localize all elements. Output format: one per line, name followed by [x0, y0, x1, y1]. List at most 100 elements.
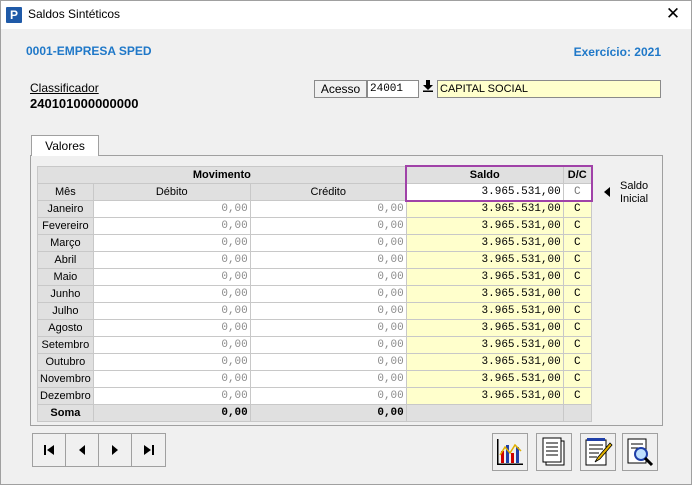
- saldo-inicial-line2: Inicial: [620, 193, 649, 205]
- credito-cell[interactable]: 0,00: [249, 268, 407, 286]
- close-button[interactable]: ✕: [663, 4, 683, 24]
- saldo-cell: 3.965.531,00: [405, 387, 564, 405]
- company-name: 0001-EMPRESA SPED: [26, 44, 152, 58]
- header-movimento: Movimento: [37, 166, 407, 184]
- dc-cell: C: [562, 234, 592, 252]
- debito-cell[interactable]: 0,00: [92, 217, 251, 235]
- table-row: Junho 0,00 0,00 3.965.531,00 C: [37, 285, 592, 303]
- saldo-cell: 3.965.531,00: [405, 234, 564, 252]
- credito-cell[interactable]: 0,00: [249, 336, 407, 354]
- table-row: Agosto 0,00 0,00 3.965.531,00 C: [37, 319, 592, 337]
- debito-cell[interactable]: 0,00: [92, 387, 251, 405]
- header-dc: D/C: [562, 166, 592, 184]
- soma-dc-empty: [562, 404, 592, 422]
- debito-cell[interactable]: 0,00: [92, 319, 251, 337]
- saldo-cell: 3.965.531,00: [405, 217, 564, 235]
- month-cell: Janeiro: [37, 200, 94, 218]
- debito-cell[interactable]: 0,00: [92, 353, 251, 371]
- month-cell: Novembro: [37, 370, 94, 388]
- debito-cell[interactable]: 0,00: [92, 234, 251, 252]
- credito-cell[interactable]: 0,00: [249, 285, 407, 303]
- edit-button[interactable]: [580, 433, 616, 471]
- month-cell: Julho: [37, 302, 94, 320]
- first-record-button[interactable]: [33, 434, 66, 466]
- prev-record-button[interactable]: [66, 434, 99, 466]
- month-cell: Outubro: [37, 353, 94, 371]
- dc-cell: C: [562, 251, 592, 269]
- header-credito: Crédito: [249, 183, 407, 201]
- table-subheader-row: Mês Débito Crédito 3.965.531,00 C: [37, 183, 592, 201]
- dc-cell: C: [562, 285, 592, 303]
- table-row: Fevereiro 0,00 0,00 3.965.531,00 C: [37, 217, 592, 235]
- table-row: Dezembro 0,00 0,00 3.965.531,00 C: [37, 387, 592, 405]
- credito-cell[interactable]: 0,00: [249, 217, 407, 235]
- next-record-icon: [112, 445, 118, 455]
- download-arrow-icon[interactable]: [421, 80, 435, 98]
- dc-cell: C: [562, 319, 592, 337]
- debito-cell[interactable]: 0,00: [92, 336, 251, 354]
- last-record-icon: [143, 445, 154, 455]
- debito-cell[interactable]: 0,00: [92, 268, 251, 286]
- search-button[interactable]: [622, 433, 658, 471]
- month-cell: Maio: [37, 268, 94, 286]
- table-row: Outubro 0,00 0,00 3.965.531,00 C: [37, 353, 592, 371]
- classificador-value: 240101000000000: [30, 96, 139, 111]
- app-icon: P: [6, 7, 22, 23]
- last-record-button[interactable]: [132, 434, 165, 466]
- first-record-icon: [44, 445, 54, 455]
- saldo-inicial-value[interactable]: 3.965.531,00: [405, 183, 564, 201]
- window-title: Saldos Sintéticos: [28, 7, 121, 21]
- next-record-button[interactable]: [99, 434, 132, 466]
- debito-cell[interactable]: 0,00: [92, 302, 251, 320]
- table-row: Abril 0,00 0,00 3.965.531,00 C: [37, 251, 592, 269]
- credito-cell[interactable]: 0,00: [249, 353, 407, 371]
- soma-label: Soma: [37, 404, 94, 422]
- credito-cell[interactable]: 0,00: [249, 387, 407, 405]
- record-navigator: [32, 433, 166, 467]
- table-row: Maio 0,00 0,00 3.965.531,00 C: [37, 268, 592, 286]
- soma-row: Soma 0,00 0,00: [37, 404, 592, 422]
- prev-record-icon: [79, 445, 85, 455]
- dc-cell: C: [562, 353, 592, 371]
- table-row: Janeiro 0,00 0,00 3.965.531,00 C: [37, 200, 592, 218]
- acesso-label: Acesso: [314, 80, 367, 98]
- saldo-cell: 3.965.531,00: [405, 268, 564, 286]
- credito-cell[interactable]: 0,00: [249, 302, 407, 320]
- month-cell: Abril: [37, 251, 94, 269]
- debito-cell[interactable]: 0,00: [92, 285, 251, 303]
- table-row: Março 0,00 0,00 3.965.531,00 C: [37, 234, 592, 252]
- dc-cell: C: [562, 387, 592, 405]
- saldos-window: P Saldos Sintéticos ✕ 0001-EMPRESA SPED …: [0, 0, 692, 485]
- saldo-cell: 3.965.531,00: [405, 353, 564, 371]
- credito-cell[interactable]: 0,00: [249, 251, 407, 269]
- month-cell: Junho: [37, 285, 94, 303]
- dc-cell: C: [562, 370, 592, 388]
- credito-cell[interactable]: 0,00: [249, 234, 407, 252]
- document-icon: [542, 437, 565, 466]
- saldo-cell: 3.965.531,00: [405, 302, 564, 320]
- header-saldo: Saldo: [405, 166, 564, 184]
- chart-button[interactable]: [492, 433, 528, 471]
- table-row: Setembro 0,00 0,00 3.965.531,00 C: [37, 336, 592, 354]
- acesso-input[interactable]: 24001: [367, 80, 419, 98]
- soma-saldo-empty: [405, 404, 564, 422]
- saldo-cell: 3.965.531,00: [405, 370, 564, 388]
- month-cell: Dezembro: [37, 387, 94, 405]
- saldo-cell: 3.965.531,00: [405, 336, 564, 354]
- debito-cell[interactable]: 0,00: [92, 200, 251, 218]
- dc-cell: C: [562, 336, 592, 354]
- saldo-inicial-dc[interactable]: C: [562, 183, 592, 201]
- credito-cell[interactable]: 0,00: [249, 370, 407, 388]
- credito-cell[interactable]: 0,00: [249, 319, 407, 337]
- exercise-year: Exercício: 2021: [573, 45, 661, 59]
- table-row: Julho 0,00 0,00 3.965.531,00 C: [37, 302, 592, 320]
- bar-chart-icon: [497, 439, 523, 465]
- saldo-cell: 3.965.531,00: [405, 319, 564, 337]
- table-row: Novembro 0,00 0,00 3.965.531,00 C: [37, 370, 592, 388]
- debito-cell[interactable]: 0,00: [92, 370, 251, 388]
- tab-valores[interactable]: Valores: [31, 135, 99, 156]
- credito-cell[interactable]: 0,00: [249, 200, 407, 218]
- debito-cell[interactable]: 0,00: [92, 251, 251, 269]
- report-button[interactable]: [536, 433, 572, 471]
- soma-credito: 0,00: [249, 404, 407, 422]
